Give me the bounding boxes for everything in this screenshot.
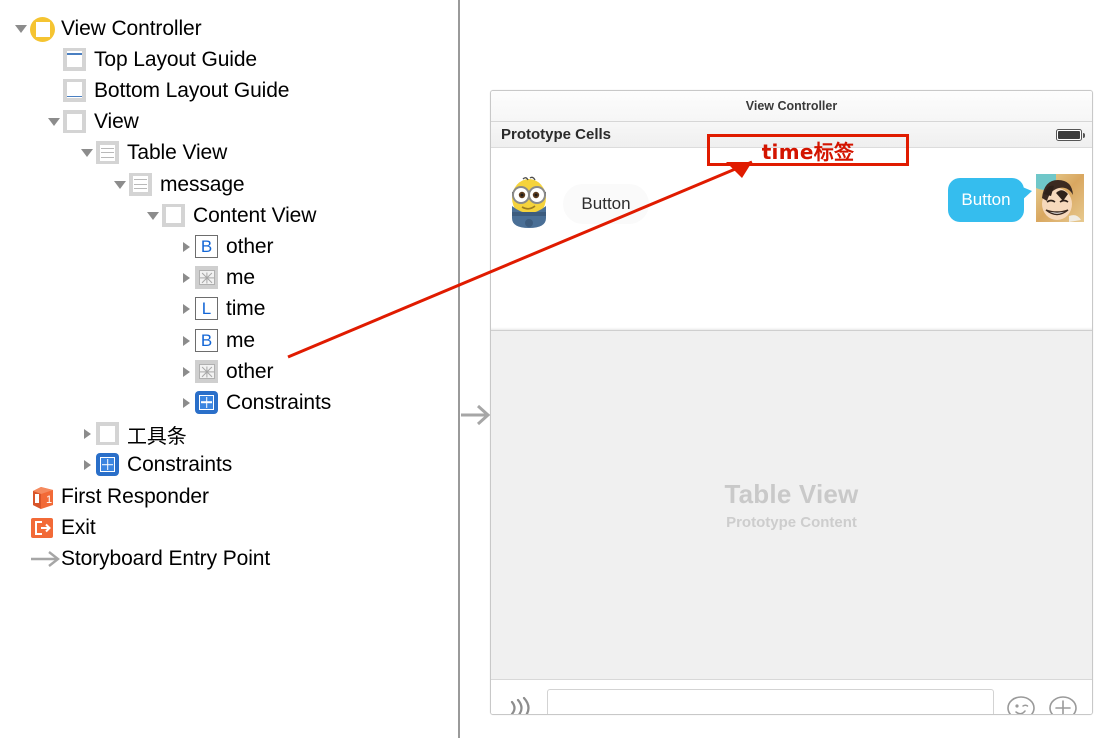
top-layout-guide-icon bbox=[63, 47, 87, 72]
bottom-layout-guide-icon bbox=[63, 78, 87, 103]
exit-icon bbox=[30, 516, 54, 540]
disclosure-triangle-icon[interactable] bbox=[177, 325, 195, 356]
image-view-icon bbox=[195, 266, 219, 290]
storyboard-entry-point-icon bbox=[30, 547, 60, 571]
outline-row-label: me bbox=[226, 328, 255, 352]
outline-row-label: Table View bbox=[127, 141, 228, 165]
left-bubble-label: Button bbox=[581, 194, 631, 213]
outline-row-label: Storyboard Entry Point bbox=[61, 546, 271, 570]
placeholder-subtitle: Prototype Content bbox=[726, 514, 857, 531]
disclosure-triangle-icon[interactable] bbox=[78, 419, 96, 450]
table-view-cell-icon bbox=[129, 172, 153, 197]
outline-row[interactable]: Top Layout Guide bbox=[45, 44, 257, 75]
outline-row[interactable]: Bother bbox=[177, 231, 273, 262]
outline-row-label: Top Layout Guide bbox=[94, 47, 258, 71]
disclosure-triangle-icon[interactable] bbox=[144, 200, 162, 231]
outline-row-label: other bbox=[226, 234, 274, 258]
outline-row-label: Content View bbox=[193, 203, 317, 227]
anime-avatar bbox=[1036, 174, 1084, 222]
outline-row[interactable]: Table View bbox=[78, 138, 227, 169]
outline-row[interactable]: me bbox=[177, 263, 255, 294]
disclosure-triangle-icon[interactable] bbox=[177, 387, 195, 418]
outline-row[interactable]: Ltime bbox=[177, 294, 265, 325]
prototype-cells-label: Prototype Cells bbox=[501, 126, 612, 143]
disclosure-triangle-icon[interactable] bbox=[45, 107, 63, 138]
disclosure-triangle-icon[interactable] bbox=[78, 450, 96, 481]
outline-row[interactable]: Constraints bbox=[78, 450, 232, 481]
view-controller-icon bbox=[30, 16, 55, 42]
image-view-icon bbox=[195, 359, 219, 384]
placeholder-title: Table View bbox=[724, 479, 859, 509]
outline-row-label: message bbox=[160, 172, 245, 196]
disclosure-triangle-icon[interactable] bbox=[12, 13, 30, 44]
outline-row[interactable]: Storyboard Entry Point bbox=[12, 543, 270, 574]
outline-row[interactable]: 1 First Responder bbox=[12, 481, 209, 512]
voice-wave-icon[interactable] bbox=[505, 695, 535, 716]
outline-row-label: Bottom Layout Guide bbox=[94, 78, 290, 102]
outline-row[interactable]: 工具条 bbox=[78, 419, 187, 450]
disclosure-triangle-icon[interactable] bbox=[177, 263, 195, 294]
first-responder-icon: 1 bbox=[30, 485, 54, 509]
button-icon: B bbox=[195, 328, 219, 353]
pane-divider[interactable] bbox=[458, 0, 460, 738]
disclosure-triangle-icon[interactable] bbox=[78, 138, 96, 169]
constraints-icon bbox=[96, 453, 120, 477]
outline-row-label: Constraints bbox=[226, 390, 332, 414]
outline-row-label: time bbox=[226, 297, 266, 321]
outline-row-label: other bbox=[226, 359, 274, 383]
toolbar-view-icon bbox=[96, 422, 120, 446]
outline-row-label: First Responder bbox=[61, 484, 209, 508]
message-toolbar bbox=[491, 679, 1092, 716]
scene-entry-arrow-icon bbox=[461, 404, 491, 426]
storyboard-editor: View Controller Top Layout Guide Bottom La… bbox=[0, 0, 1120, 738]
plus-circle-icon[interactable] bbox=[1048, 693, 1078, 716]
document-outline-pane[interactable]: View Controller Top Layout Guide Bottom La… bbox=[0, 0, 458, 738]
outline-row[interactable]: Bme bbox=[177, 325, 255, 356]
disclosure-triangle-icon[interactable] bbox=[111, 169, 129, 200]
table-view-icon bbox=[96, 141, 120, 165]
content-view-icon bbox=[162, 203, 186, 228]
right-bubble-label: Button bbox=[961, 190, 1011, 209]
disclosure-triangle-icon[interactable] bbox=[177, 294, 195, 325]
label-icon: L bbox=[195, 297, 219, 321]
outline-row-label: View bbox=[94, 110, 139, 134]
outline-row[interactable]: View Controller bbox=[12, 13, 202, 44]
minion-avatar bbox=[512, 176, 546, 228]
outline-row[interactable]: Constraints bbox=[177, 387, 331, 418]
scene-nav-title: View Controller bbox=[745, 99, 838, 113]
table-view-placeholder: Table View Prototype Content bbox=[491, 331, 1092, 679]
outline-row-label: 工具条 bbox=[127, 423, 187, 448]
right-message-bubble[interactable]: Button bbox=[948, 178, 1032, 222]
outline-row[interactable]: View bbox=[45, 107, 139, 138]
svg-text:1: 1 bbox=[46, 494, 52, 506]
emoji-wink-icon[interactable] bbox=[1006, 693, 1036, 716]
outline-row[interactable]: Content View bbox=[144, 200, 316, 231]
outline-row[interactable]: Bottom Layout Guide bbox=[45, 75, 289, 106]
message-prototype-cell[interactable]: Button Button bbox=[491, 148, 1092, 331]
view-controller-scene[interactable]: View Controller Prototype Cells Button B… bbox=[490, 90, 1093, 715]
left-message-bubble[interactable]: Button bbox=[563, 184, 649, 224]
annotation-box: time标签 bbox=[707, 134, 909, 166]
button-icon: B bbox=[195, 234, 219, 259]
outline-row[interactable]: Exit bbox=[12, 512, 96, 543]
outline-row-label: View Controller bbox=[61, 16, 202, 40]
outline-row-label: Constraints bbox=[127, 453, 233, 477]
outline-row-label: me bbox=[226, 266, 255, 290]
message-input[interactable] bbox=[547, 688, 994, 714]
outline-row-label: Exit bbox=[61, 515, 96, 539]
disclosure-triangle-icon[interactable] bbox=[177, 356, 195, 387]
annotation-label: time标签 bbox=[761, 139, 855, 164]
constraints-icon bbox=[195, 390, 219, 415]
outline-row[interactable]: other bbox=[177, 356, 273, 387]
battery-icon bbox=[1056, 128, 1085, 141]
view-icon bbox=[63, 110, 87, 134]
scene-nav-bar: View Controller bbox=[491, 91, 1092, 122]
disclosure-triangle-icon[interactable] bbox=[177, 231, 195, 262]
outline-row[interactable]: message bbox=[111, 169, 245, 200]
